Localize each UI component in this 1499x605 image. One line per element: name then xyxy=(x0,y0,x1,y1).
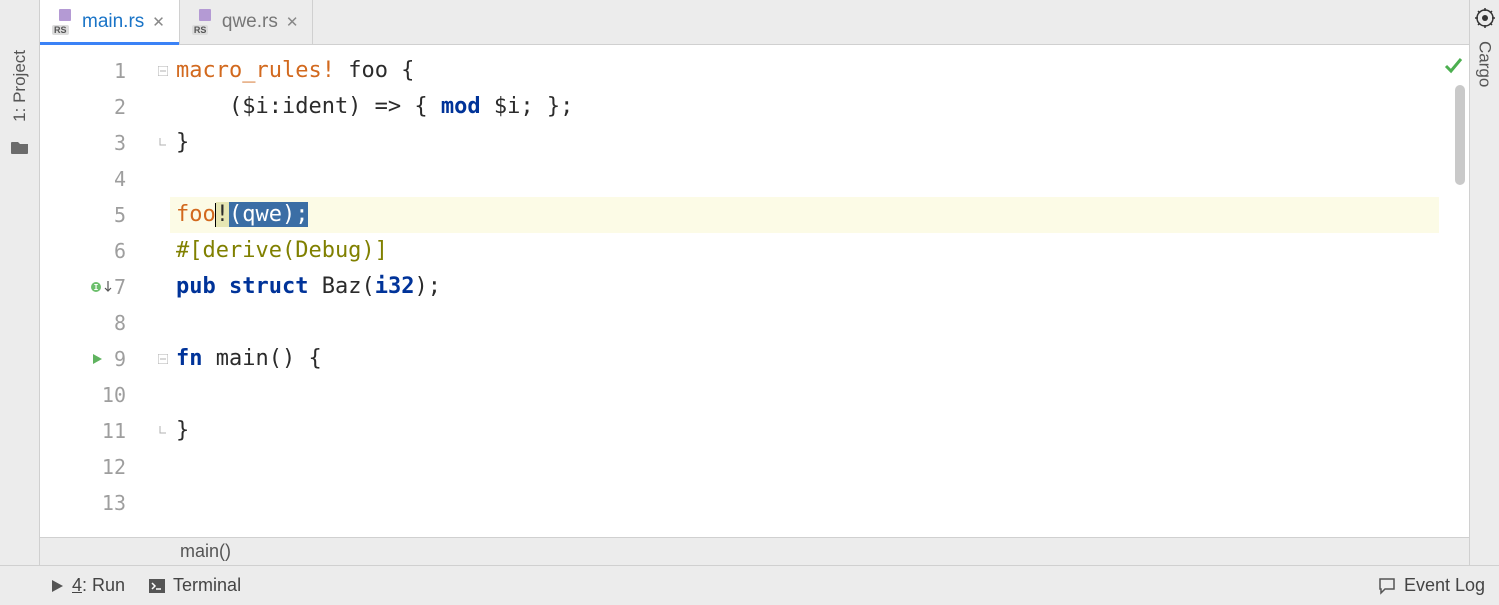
line-number: 9 xyxy=(114,347,126,371)
cargo-tool-label: Cargo xyxy=(1476,41,1495,87)
line-number: 10 xyxy=(102,383,126,407)
code-area[interactable]: macro_rules! foo { ($i:ident) => { mod $… xyxy=(170,45,1439,537)
line-number: 6 xyxy=(114,239,126,263)
code-token: ); xyxy=(414,274,441,299)
left-tool-strip: 1: Project xyxy=(0,0,40,565)
code-token: foo xyxy=(176,202,216,227)
run-gutter-icon[interactable] xyxy=(90,352,104,366)
svg-text:I: I xyxy=(94,283,99,292)
line-number: 1 xyxy=(114,59,126,83)
rust-file-icon: RS xyxy=(194,12,214,32)
speech-bubble-icon xyxy=(1378,577,1396,595)
code-token: Baz( xyxy=(308,274,374,299)
inspection-ok-icon[interactable] xyxy=(1443,55,1463,80)
code-token: main() { xyxy=(203,346,322,371)
code-token xyxy=(216,274,229,299)
run-label-rest: : Run xyxy=(82,575,125,595)
cargo-tool-button[interactable]: Cargo xyxy=(1475,41,1495,87)
play-icon xyxy=(50,579,64,593)
code-token: foo { xyxy=(335,58,414,83)
code-token: mod xyxy=(441,94,481,119)
code-token: macro_rules! xyxy=(176,58,335,83)
code-selection: (qwe); xyxy=(229,202,308,227)
close-icon[interactable]: ✕ xyxy=(152,13,165,31)
code-token: fn xyxy=(176,346,203,371)
run-label-u: 4 xyxy=(72,575,82,595)
tab-label: main.rs xyxy=(82,11,144,33)
status-bar: 4: Run Terminal Event Log xyxy=(0,565,1499,605)
line-gutter[interactable]: 1 2 3 4 5 6 I 7 8 9 10 11 12 13 xyxy=(40,45,170,537)
tab-main-rs[interactable]: RS main.rs ✕ xyxy=(40,0,180,44)
rust-file-icon: RS xyxy=(54,12,74,32)
line-number: 3 xyxy=(114,131,126,155)
line-number: 12 xyxy=(102,455,126,479)
code-token: $i; }; xyxy=(481,94,574,119)
line-number: 4 xyxy=(114,167,126,191)
implement-gutter-icon[interactable]: I xyxy=(90,281,112,293)
right-tool-strip: Cargo xyxy=(1469,0,1499,565)
line-number: 8 xyxy=(114,311,126,335)
fold-icon[interactable] xyxy=(156,64,170,78)
line-number: 2 xyxy=(114,95,126,119)
line-number: 13 xyxy=(102,491,126,515)
editor: 1 2 3 4 5 6 I 7 8 9 10 11 12 13 macro_ru… xyxy=(40,45,1469,537)
fold-end-icon[interactable] xyxy=(156,136,170,150)
folder-icon xyxy=(11,140,29,160)
project-tool-label: 1: Project xyxy=(10,50,30,122)
run-tool-button[interactable]: 4: Run xyxy=(50,575,125,596)
project-tool-button[interactable]: 1: Project xyxy=(10,50,30,122)
terminal-icon xyxy=(149,579,165,593)
close-icon[interactable]: ✕ xyxy=(286,13,299,31)
code-token: } xyxy=(176,418,189,443)
editor-right-gutter xyxy=(1439,45,1469,537)
breadcrumb-item[interactable]: main() xyxy=(180,541,231,562)
code-token: #[derive(Debug)] xyxy=(176,238,388,263)
code-token: } xyxy=(176,130,189,155)
code-token: ($i:ident) => { xyxy=(176,94,441,119)
event-log-label: Event Log xyxy=(1404,575,1485,596)
code-token: pub xyxy=(176,274,216,299)
terminal-tool-button[interactable]: Terminal xyxy=(149,575,241,596)
breadcrumb[interactable]: main() xyxy=(40,537,1469,565)
fold-icon[interactable] xyxy=(156,352,170,366)
line-number: 5 xyxy=(114,203,126,227)
tab-label: qwe.rs xyxy=(222,11,278,33)
code-token: i32 xyxy=(375,274,415,299)
scrollbar-thumb[interactable] xyxy=(1455,85,1465,185)
line-number: 11 xyxy=(102,419,126,443)
terminal-label: Terminal xyxy=(173,575,241,596)
tab-qwe-rs[interactable]: RS qwe.rs ✕ xyxy=(180,0,314,44)
editor-tabs: RS main.rs ✕ RS qwe.rs ✕ xyxy=(40,0,1469,45)
cargo-icon xyxy=(1475,8,1495,33)
line-number: 7 xyxy=(114,275,126,299)
code-token: ! xyxy=(216,202,229,227)
fold-end-icon[interactable] xyxy=(156,424,170,438)
event-log-button[interactable]: Event Log xyxy=(1378,575,1485,596)
code-token: struct xyxy=(229,274,308,299)
